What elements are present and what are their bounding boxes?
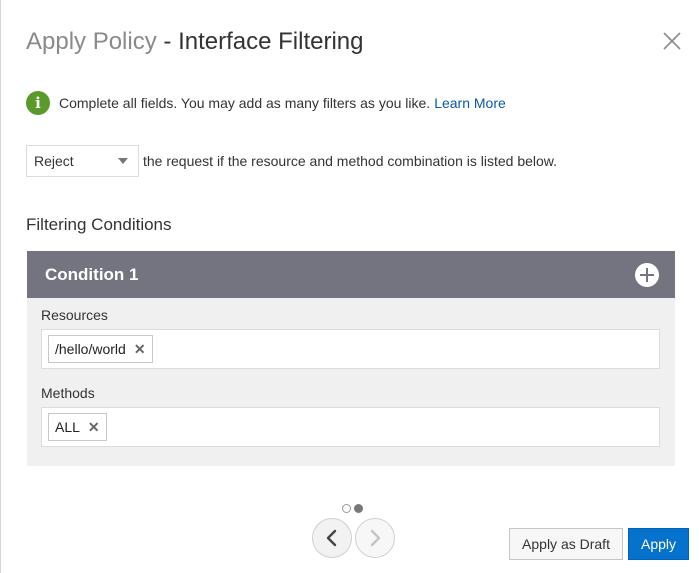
caret-down-icon [118, 158, 128, 164]
learn-more-link[interactable]: Learn More [434, 95, 506, 111]
add-condition-plus-icon[interactable] [635, 262, 659, 287]
method-chip: ALL ✕ [48, 413, 107, 441]
next-page-button[interactable] [355, 518, 395, 558]
condition-title: Condition 1 [45, 264, 139, 284]
filtering-conditions-heading: Filtering Conditions [26, 215, 172, 234]
page-indicator [342, 504, 363, 513]
filter-action-select[interactable]: Reject [26, 145, 139, 177]
dialog-title: Apply Policy - Interface Filtering [26, 27, 363, 57]
remove-resource-x-icon[interactable]: ✕ [134, 341, 146, 358]
resource-chip: /hello/world ✕ [48, 335, 153, 363]
info-banner: i Complete all fields. You may add as ma… [26, 91, 506, 115]
resources-label: Resources [41, 307, 108, 323]
dialog-title-rest: - Interface Filtering [156, 28, 364, 55]
condition-panel: Condition 1 Resources /hello/world ✕ Met… [27, 251, 675, 466]
method-chip-label: ALL [55, 419, 80, 435]
resource-chip-label: /hello/world [55, 341, 126, 357]
info-icon: i [26, 91, 50, 115]
close-icon[interactable] [661, 30, 683, 52]
apply-button[interactable]: Apply [628, 528, 689, 560]
filter-action-description: the request if the resource and method c… [143, 153, 558, 169]
filter-action-value: Reject [34, 153, 74, 169]
filter-action-row: Reject the request if the resource and m… [26, 145, 557, 177]
methods-input[interactable]: ALL ✕ [41, 407, 660, 447]
remove-method-x-icon[interactable]: ✕ [88, 419, 100, 436]
resources-input[interactable]: /hello/world ✕ [41, 329, 660, 369]
apply-policy-dialog: Apply Policy - Interface Filtering i Com… [0, 0, 699, 573]
condition-header: Condition 1 [27, 251, 675, 298]
dialog-title-lead: Apply Policy [26, 28, 157, 55]
info-message: Complete all fields. You may add as many… [59, 95, 431, 111]
chevron-right-icon [370, 529, 381, 547]
previous-page-button[interactable] [312, 518, 352, 558]
page-dot-2[interactable] [354, 504, 363, 513]
chevron-left-icon [326, 529, 337, 547]
methods-label: Methods [41, 385, 95, 401]
page-dot-1[interactable] [342, 504, 351, 513]
apply-as-draft-button[interactable]: Apply as Draft [509, 528, 623, 560]
